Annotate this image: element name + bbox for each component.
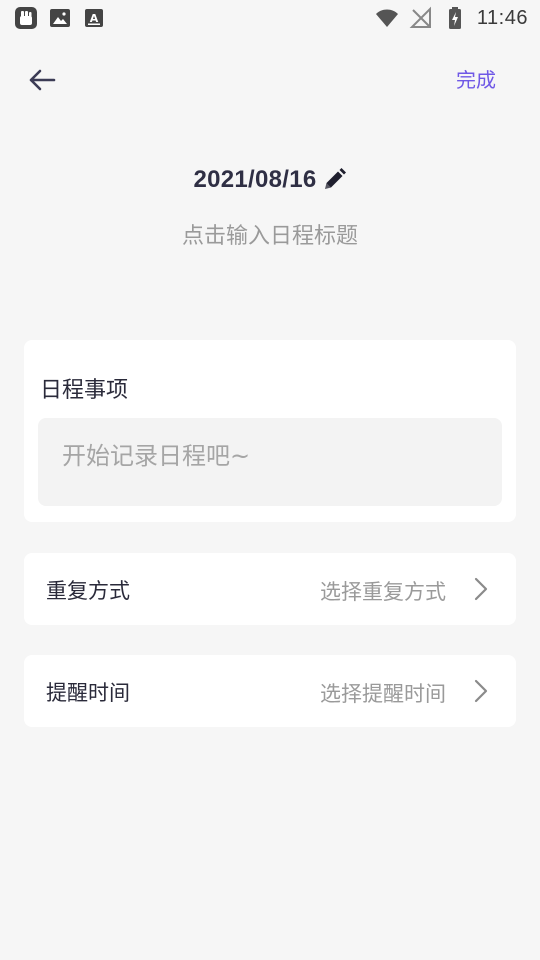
back-button[interactable]	[22, 60, 62, 100]
schedule-items-label: 日程事项	[40, 378, 129, 403]
date-row[interactable]: 2021/08/16	[193, 166, 346, 194]
status-time: 11:46	[476, 6, 528, 29]
schedule-title-input[interactable]: 点击输入日程标题	[0, 218, 540, 250]
schedule-items-input[interactable]: 开始记录日程吧~	[38, 418, 502, 506]
schedule-items-card: 日程事项 开始记录日程吧~	[24, 340, 516, 522]
reminder-time-value: 选择提醒时间	[320, 682, 446, 706]
status-left-icons: A	[14, 6, 106, 30]
pencil-icon[interactable]	[321, 167, 347, 193]
battery-charging-icon	[448, 7, 461, 29]
status-bar: A 11:46	[0, 0, 540, 36]
repeat-mode-label: 重复方式	[46, 579, 130, 603]
no-signal-icon	[409, 6, 431, 28]
notification-icon	[15, 7, 37, 29]
wifi-icon	[375, 9, 398, 27]
repeat-mode-value: 选择重复方式	[320, 580, 446, 604]
reminder-time-row[interactable]: 提醒时间 选择提醒时间	[24, 655, 516, 727]
schedule-date[interactable]: 2021/08/16	[193, 166, 316, 194]
text-icon: A	[85, 9, 103, 27]
svg-text:A: A	[90, 12, 99, 25]
done-button[interactable]: 完成	[456, 64, 496, 93]
title-block: 2021/08/16 点击输入日程标题	[0, 166, 540, 250]
status-right-icons: 11:46	[375, 6, 528, 30]
chevron-right-icon	[474, 679, 488, 703]
reminder-time-label: 提醒时间	[46, 681, 130, 705]
repeat-mode-row[interactable]: 重复方式 选择重复方式	[24, 553, 516, 625]
image-icon	[50, 9, 70, 27]
chevron-right-icon	[474, 577, 488, 601]
arrow-left-icon	[29, 69, 56, 91]
